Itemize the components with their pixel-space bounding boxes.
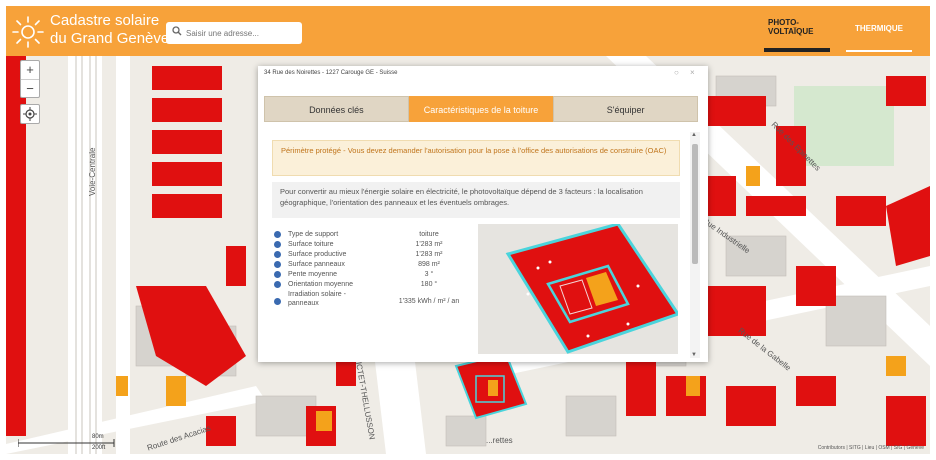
tab-photovoltaique[interactable]: PHOTO- VOLTAÏQUE [762,18,832,52]
app-frame: Cadastre solaire du Grand Genève PHOTO- … [6,6,930,454]
tab-caracteristiques-toiture[interactable]: Caractéristiques de la toiture [408,96,554,122]
stat-value: 180 ° [420,281,438,288]
stat-value: 1'283 m² [415,241,443,248]
street-label: Voie-Centrale [88,147,97,196]
stat-row: Pente moyenne 3 ° [274,270,474,280]
info-text: Pour convertir au mieux l'énergie solair… [272,182,680,218]
info-dot-icon[interactable] [274,281,281,288]
info-dot-icon[interactable] [274,241,281,248]
info-dot-icon[interactable] [274,231,281,238]
stat-row: Irradiation solaire - panneaux 1'335 kWh … [274,290,474,312]
popup-address: 34 Rue des Noirettes - 1227 Carouge GE -… [264,70,398,76]
minimize-icon[interactable]: ○ [674,68,679,77]
popup-panel: Périmètre protégé - Vous devez demander … [264,130,690,356]
info-dot-icon[interactable] [274,298,281,305]
tab-donnees-cles[interactable]: Données clés [264,96,409,122]
street-label: ...rettes [486,436,513,445]
zoom-in-button[interactable]: + [21,61,39,79]
stat-label: Surface productive [288,251,347,258]
stat-label: Irradiation solaire - panneaux [288,291,346,307]
app-title: Cadastre solaire du Grand Genève [50,12,169,48]
stat-value: 1'335 kWh / m² / an [398,298,460,305]
scale-top-label: 80m [92,434,104,440]
popup-scrollbar[interactable]: ▲ ▼ [690,132,700,358]
info-dot-icon[interactable] [274,261,281,268]
stat-label: Orientation moyenne [288,281,353,288]
stat-row: Surface productive 1'283 m² [274,250,474,260]
stat-label: Type de support [288,231,339,238]
active-tab-underline [764,48,830,52]
stat-value: 898 m² [418,261,440,268]
app-title-line1: Cadastre solaire [50,12,160,29]
tab-underline [846,50,912,52]
stat-value: 3 ° [424,271,434,278]
stat-value: toiture [419,231,439,238]
stat-row: Surface panneaux 898 m² [274,260,474,270]
info-dot-icon[interactable] [274,251,281,258]
zoom-control: + − [20,60,40,98]
popup-tabs: Données clés Caractéristiques de la toit… [264,96,699,122]
scroll-up-icon[interactable]: ▲ [691,132,697,138]
stat-row: Surface toiture 1'283 m² [274,240,474,250]
building-popup: 34 Rue des Noirettes - 1227 Carouge GE -… [258,66,708,362]
app-header: Cadastre solaire du Grand Genève PHOTO- … [6,6,930,56]
stat-row: Orientation moyenne 180 ° [274,280,474,290]
scrollbar-thumb[interactable] [692,144,698,264]
stat-label: Surface panneaux [288,261,345,268]
sun-logo-icon [12,16,44,48]
close-icon[interactable]: × [690,68,695,77]
scale-bottom-label: 200ft [92,445,106,451]
search-icon [172,26,182,36]
scale-bar: 80m 200ft [17,434,116,451]
zoom-out-button[interactable]: − [21,79,39,97]
locate-button[interactable] [20,104,40,124]
stat-label: Surface toiture [288,241,334,248]
tab-thermique-label: THERMIQUE [855,24,903,33]
tab-photovoltaique-label: PHOTO- VOLTAÏQUE [768,18,814,36]
app-title-line2: du Grand Genève [50,30,170,47]
protected-perimeter-notice: Périmètre protégé - Vous devez demander … [272,140,680,176]
info-dot-icon[interactable] [274,271,281,278]
roof-aerial-image [478,224,678,354]
search-box[interactable] [166,22,302,44]
tab-thermique[interactable]: THERMIQUE [842,24,916,52]
map-attribution: Contributors | SITG | Lieu | OSM | SIG |… [817,445,924,451]
stat-value: 1'283 m² [415,251,443,258]
scroll-down-icon[interactable]: ▼ [691,352,697,358]
stat-label: Pente moyenne [288,271,338,278]
locate-icon [23,107,37,121]
search-input[interactable] [186,24,296,42]
roof-stats: Type de support toiture Surface toiture 1'… [274,230,474,312]
stat-row: Type de support toiture [274,230,474,240]
tab-s-equiper[interactable]: S'équiper [553,96,699,122]
